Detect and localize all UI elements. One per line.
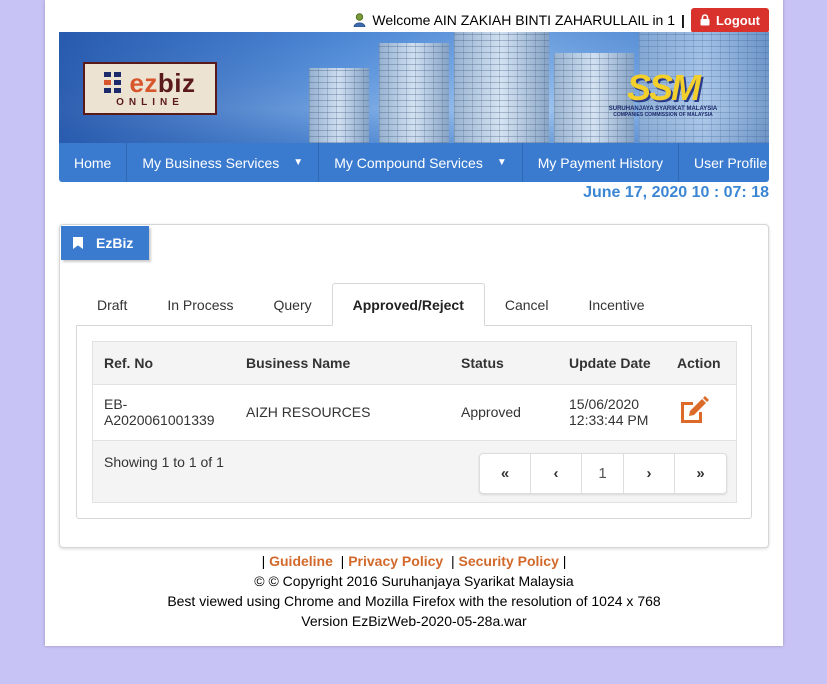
prev-page-button[interactable]: ‹ xyxy=(531,454,582,493)
status-tabs: Draft In Process Query Approved/Reject C… xyxy=(77,283,665,326)
showing-count: Showing 1 to 1 of 1 xyxy=(104,454,224,470)
table-row: EB- A2020061001339 AIZH RESOURCES Approv… xyxy=(93,384,736,441)
footer: | Guideline | Privacy Policy | Security … xyxy=(45,551,783,631)
welcome-text: Welcome AIN ZAKIAH BINTI ZAHARULLAIL in … xyxy=(372,12,676,28)
header-banner: ezbiz ONLINE SSM SURUHANJAYA SYARIKAT MA… xyxy=(59,32,769,143)
bookmark-icon xyxy=(73,237,83,249)
business-name-cell: AIZH RESOURCES xyxy=(235,384,450,441)
nav-my-payment-history[interactable]: My Payment History xyxy=(523,143,679,182)
nav-my-compound-services[interactable]: My Compound Services ▼ xyxy=(319,143,523,182)
first-page-button[interactable]: « xyxy=(480,454,531,493)
ezbiz-online-logo: ezbiz ONLINE xyxy=(83,62,217,115)
pagination: « ‹ 1 › » xyxy=(479,453,727,494)
nav-my-business-services[interactable]: My Business Services ▼ xyxy=(127,143,320,182)
main-nav: Home My Business Services ▼ My Compound S… xyxy=(59,143,769,182)
ref-no-cell: EB- A2020061001339 xyxy=(93,384,235,441)
col-status[interactable]: Status xyxy=(450,342,558,385)
tab-cancel[interactable]: Cancel xyxy=(485,283,569,326)
nav-home[interactable]: Home xyxy=(59,143,128,182)
best-viewed-note: Best viewed using Chrome and Mozilla Fir… xyxy=(167,593,661,609)
copyright: © © Copyright 2016 Suruhanjaya Syarikat … xyxy=(254,573,574,589)
ezbiz-panel: EzBiz Draft In Process Query Approved/Re… xyxy=(59,224,769,548)
tab-content: Ref. No Business Name Status Update Date… xyxy=(76,325,752,519)
guideline-link[interactable]: Guideline xyxy=(269,553,333,569)
tab-draft[interactable]: Draft xyxy=(77,283,147,326)
col-ref-no[interactable]: Ref. No xyxy=(93,342,235,385)
ssm-logo: SSM SURUHANJAYA SYARIKAT MALAYSIA COMPAN… xyxy=(608,67,718,119)
privacy-policy-link[interactable]: Privacy Policy xyxy=(348,553,443,569)
welcome-bar: Welcome AIN ZAKIAH BINTI ZAHARULLAIL in … xyxy=(353,7,769,33)
welcome-separator: | xyxy=(681,12,685,28)
tab-query[interactable]: Query xyxy=(253,283,331,326)
tab-approved-reject[interactable]: Approved/Reject xyxy=(331,283,485,326)
ezbiz-dots-icon xyxy=(104,72,122,93)
chevron-down-icon: ▼ xyxy=(293,157,304,168)
current-datetime: June 17, 2020 10 : 07: 18 xyxy=(583,184,769,201)
action-cell xyxy=(666,384,736,441)
panel-title: EzBiz xyxy=(61,226,149,260)
col-action: Action xyxy=(666,342,736,385)
col-business-name[interactable]: Business Name xyxy=(235,342,450,385)
tab-in-process[interactable]: In Process xyxy=(147,283,253,326)
table-header-row: Ref. No Business Name Status Update Date… xyxy=(93,342,736,385)
lock-icon xyxy=(700,14,710,26)
applications-table: Ref. No Business Name Status Update Date… xyxy=(92,341,737,503)
logout-label: Logout xyxy=(715,12,760,28)
chevron-down-icon: ▼ xyxy=(496,157,507,168)
security-policy-link[interactable]: Security Policy xyxy=(458,553,558,569)
col-update-date[interactable]: Update Date xyxy=(558,342,666,385)
page: Welcome AIN ZAKIAH BINTI ZAHARULLAIL in … xyxy=(45,0,783,646)
user-icon xyxy=(353,13,366,27)
footer-links: | Guideline | Privacy Policy | Security … xyxy=(261,553,567,569)
last-page-button[interactable]: » xyxy=(675,454,726,493)
next-page-button[interactable]: › xyxy=(624,454,675,493)
logout-button[interactable]: Logout xyxy=(690,7,769,33)
nav-user-profile[interactable]: User Profile▼ xyxy=(679,143,769,182)
edit-icon[interactable] xyxy=(677,395,711,426)
version: Version EzBizWeb-2020-05-28a.war xyxy=(301,613,527,629)
status-cell: Approved xyxy=(450,384,558,441)
page-number[interactable]: 1 xyxy=(582,454,624,493)
tab-incentive[interactable]: Incentive xyxy=(568,283,664,326)
update-date-cell: 15/06/2020 12:33:44 PM xyxy=(558,384,666,441)
